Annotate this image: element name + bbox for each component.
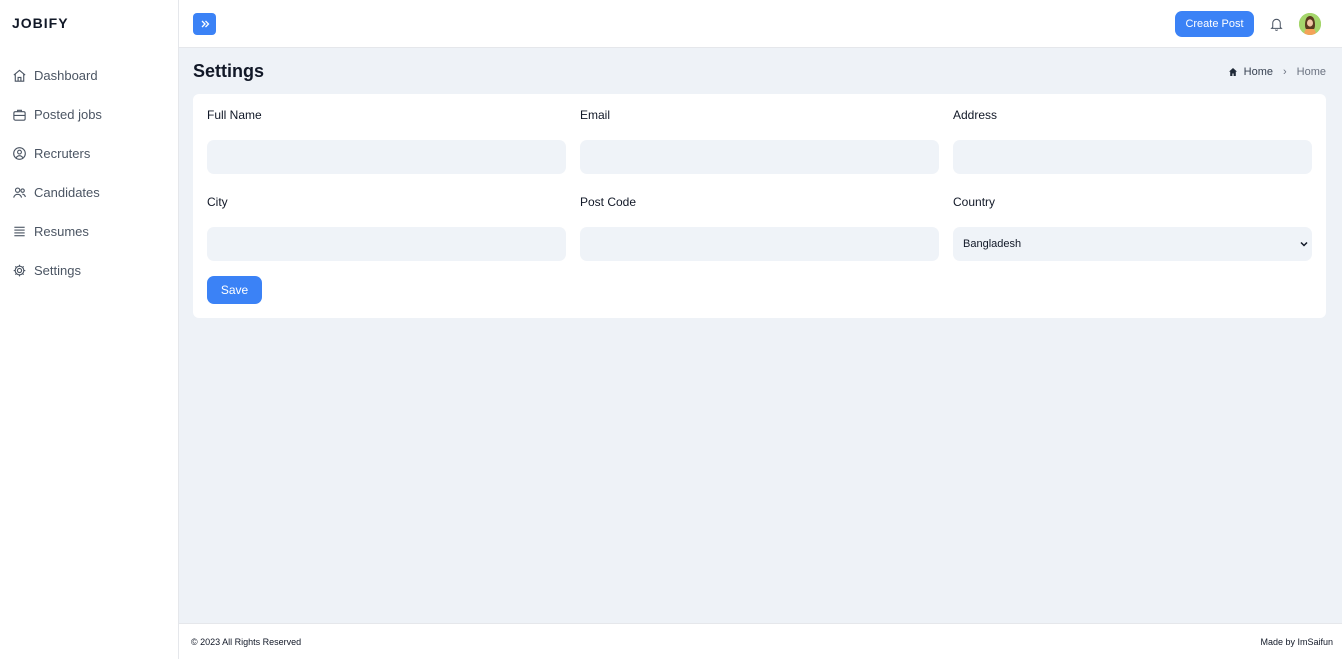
sidebar-item-dashboard[interactable]: Dashboard <box>0 56 178 95</box>
breadcrumb-home-link[interactable]: Home <box>1244 66 1273 78</box>
brand-logo[interactable]: JOBIFY <box>12 15 69 31</box>
sidebar-item-label: Dashboard <box>34 68 98 83</box>
save-button[interactable]: Save <box>207 276 262 304</box>
settings-form-card: Full Name Email Address City Post Code C… <box>193 94 1326 318</box>
sidebar-item-label: Posted jobs <box>34 107 102 122</box>
city-field: City <box>207 195 566 261</box>
breadcrumb-current: Home <box>1296 66 1326 78</box>
address-input[interactable] <box>953 140 1312 174</box>
top-header: Create Post <box>179 0 1342 48</box>
breadcrumb: Home › Home <box>1228 66 1326 78</box>
full-name-input[interactable] <box>207 140 566 174</box>
post-code-input[interactable] <box>580 227 939 261</box>
sidebar-item-label: Candidates <box>34 185 100 200</box>
address-field: Address <box>953 108 1312 174</box>
bell-icon[interactable] <box>1269 16 1284 32</box>
avatar-image <box>1299 13 1321 35</box>
post-code-field: Post Code <box>580 195 939 261</box>
user-circle-icon <box>13 147 26 160</box>
email-input[interactable] <box>580 140 939 174</box>
country-field: Country Bangladesh <box>953 195 1312 261</box>
sidebar-item-label: Resumes <box>34 224 89 239</box>
city-input[interactable] <box>207 227 566 261</box>
post-code-label: Post Code <box>580 195 637 209</box>
footer-copyright: © 2023 All Rights Reserved <box>191 637 302 647</box>
sidebar-nav: Dashboard Posted jobs Recruters Candidat… <box>0 56 178 290</box>
page-title: Settings <box>193 61 265 81</box>
full-name-field: Full Name <box>207 108 566 174</box>
gear-icon <box>13 264 26 277</box>
home-icon <box>1228 68 1237 76</box>
create-post-button[interactable]: Create Post <box>1175 11 1254 37</box>
footer: © 2023 All Rights Reserved Made by ImSai… <box>179 623 1342 659</box>
full-name-label: Full Name <box>207 108 262 122</box>
chevron-right-icon: › <box>1282 66 1287 78</box>
sidebar-toggle-button[interactable] <box>193 13 216 35</box>
sidebar: JOBIFY Dashboard Posted jobs Recruters C… <box>0 0 179 659</box>
chevron-down-icon <box>1300 241 1308 247</box>
sidebar-item-label: Settings <box>34 263 81 278</box>
address-label: Address <box>953 108 998 122</box>
list-icon <box>14 226 25 237</box>
avatar[interactable] <box>1299 13 1321 35</box>
users-icon <box>13 187 26 198</box>
sidebar-item-resumes[interactable]: Resumes <box>0 212 178 251</box>
email-field: Email <box>580 108 939 174</box>
home-icon <box>13 69 26 82</box>
double-chevron-right-icon <box>201 20 209 28</box>
email-label: Email <box>580 108 611 122</box>
sidebar-item-candidates[interactable]: Candidates <box>0 173 178 212</box>
sidebar-item-posted-jobs[interactable]: Posted jobs <box>0 95 178 134</box>
briefcase-icon <box>13 109 26 121</box>
sidebar-item-settings[interactable]: Settings <box>0 251 178 290</box>
city-label: City <box>207 195 228 209</box>
country-label: Country <box>953 195 996 209</box>
sidebar-item-label: Recruters <box>34 146 91 161</box>
country-select[interactable]: Bangladesh <box>953 227 1312 261</box>
footer-credit: Made by ImSaifun <box>1260 637 1333 647</box>
sidebar-item-recruters[interactable]: Recruters <box>0 134 178 173</box>
